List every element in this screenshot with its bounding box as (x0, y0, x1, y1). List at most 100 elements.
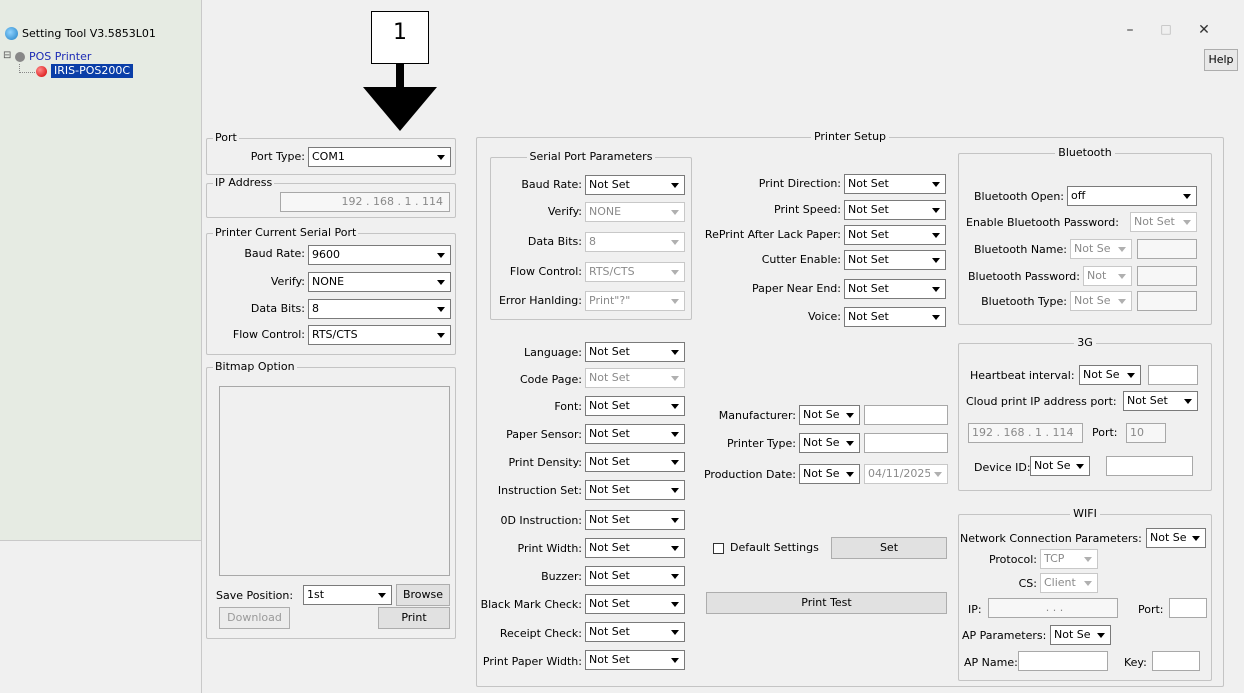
tree-item-iris-pos200c[interactable]: IRIS-POS200C (51, 64, 134, 78)
set-button[interactable]: Set (831, 537, 947, 559)
protocol-select[interactable]: TCP (1040, 549, 1098, 569)
serial-data-bits-select[interactable]: 8 (585, 232, 685, 252)
cutter-enable-label: Cutter Enable: (761, 253, 841, 266)
3g-group-title: 3G (959, 336, 1211, 350)
production-date-select[interactable]: Not Se (799, 464, 860, 484)
printer-status-icon-gray (15, 52, 25, 62)
close-button[interactable]: ✕ (1194, 22, 1214, 38)
printer-type-field[interactable] (864, 433, 948, 453)
chevron-down-icon (667, 177, 683, 193)
manufacturer-field[interactable] (864, 405, 948, 425)
help-button[interactable]: Help (1204, 49, 1238, 71)
voice-select[interactable]: Not Set (844, 307, 946, 327)
cloud-print-port-select[interactable]: Not Set (1123, 391, 1198, 411)
print-density-select[interactable]: Not Set (585, 452, 685, 472)
od-instruction-label: 0D Instruction: (500, 514, 582, 527)
ap-name-field[interactable] (1018, 651, 1108, 671)
enable-bluetooth-password-label: Enable Bluetooth Password: (966, 216, 1119, 229)
chevron-down-icon (667, 234, 683, 250)
device-id-label: Device ID: (974, 461, 1031, 474)
serial-verify-select[interactable]: NONE (585, 202, 685, 222)
cs-select[interactable]: Client (1040, 573, 1098, 593)
production-date-picker[interactable]: 04/11/2025 (864, 464, 948, 484)
tree-panel-lower (0, 540, 201, 693)
chevron-down-icon (433, 149, 449, 165)
serial-baud-rate-select[interactable]: Not Set (585, 175, 685, 195)
heartbeat-interval-label: Heartbeat interval: (970, 369, 1075, 382)
print-direction-select[interactable]: Not Set (844, 174, 946, 194)
printer-type-select[interactable]: Not Se (799, 433, 860, 453)
reprint-after-lack-paper-label: RePrint After Lack Paper: (704, 228, 841, 241)
save-position-select[interactable]: 1st (303, 585, 392, 605)
bluetooth-name-select[interactable]: Not Se (1070, 239, 1132, 259)
tree-item-pos-printer[interactable]: POS Printer (29, 49, 91, 64)
port-type-select[interactable]: COM1 (308, 147, 451, 167)
serial-error-handling-select[interactable]: Print"?" (585, 291, 685, 311)
chevron-down-icon (1080, 575, 1096, 591)
bluetooth-type-select[interactable]: Not Se (1070, 291, 1132, 311)
maximize-button[interactable]: □ (1156, 22, 1176, 36)
key-field[interactable] (1152, 651, 1200, 671)
bluetooth-open-select[interactable]: off (1067, 186, 1197, 206)
black-mark-check-label: Black Mark Check: (480, 598, 582, 611)
paper-near-end-select[interactable]: Not Set (844, 279, 946, 299)
heartbeat-interval-field[interactable] (1148, 365, 1198, 385)
print-width-select[interactable]: Not Set (585, 538, 685, 558)
manufacturer-select[interactable]: Not Se (799, 405, 860, 425)
network-connection-select[interactable]: Not Se (1146, 528, 1206, 548)
receipt-check-label: Receipt Check: (499, 627, 582, 640)
font-select[interactable]: Not Set (585, 396, 685, 416)
cloud-ip-field[interactable]: 192 . 168 . 1 . 114 (968, 423, 1083, 443)
chevron-down-icon (667, 454, 683, 470)
black-mark-check-select[interactable]: Not Set (585, 594, 685, 614)
protocol-label: Protocol: (988, 553, 1037, 566)
chevron-down-icon (667, 652, 683, 668)
window-title: Setting Tool V3.5853L01 (22, 27, 156, 40)
bluetooth-open-label: Bluetooth Open: (974, 190, 1064, 203)
save-position-label: Save Position: (216, 589, 294, 602)
reprint-after-lack-paper-select[interactable]: Not Set (844, 225, 946, 245)
paper-sensor-select[interactable]: Not Set (585, 424, 685, 444)
print-button[interactable]: Print (378, 607, 450, 629)
code-page-select[interactable]: Not Set (585, 368, 685, 388)
language-select[interactable]: Not Set (585, 342, 685, 362)
wifi-port-field[interactable] (1169, 598, 1207, 618)
print-paper-width-select[interactable]: Not Set (585, 650, 685, 670)
device-id-select[interactable]: Not Se (1030, 456, 1090, 476)
download-button[interactable]: Download (219, 607, 290, 629)
code-page-label: Code Page: (520, 373, 582, 386)
current-baud-rate-select[interactable]: 9600 (308, 245, 451, 265)
wifi-ip-field[interactable]: . . . (988, 598, 1118, 618)
current-data-bits-select[interactable]: 8 (308, 299, 451, 319)
heartbeat-interval-select[interactable]: Not Se (1079, 365, 1141, 385)
print-test-button[interactable]: Print Test (706, 592, 947, 614)
network-connection-label: Network Connection Parameters: (960, 532, 1142, 545)
instruction-set-select[interactable]: Not Set (585, 480, 685, 500)
bluetooth-password-field[interactable] (1137, 266, 1197, 286)
cutter-enable-select[interactable]: Not Set (844, 250, 946, 270)
buzzer-select[interactable]: Not Set (585, 566, 685, 586)
chevron-down-icon (667, 482, 683, 498)
bluetooth-password-select[interactable]: Not (1083, 266, 1132, 286)
minimize-button[interactable]: – (1120, 22, 1140, 38)
receipt-check-select[interactable]: Not Set (585, 622, 685, 642)
device-id-field[interactable] (1106, 456, 1193, 476)
od-instruction-select[interactable]: Not Set (585, 510, 685, 530)
current-flow-control-select[interactable]: RTS/CTS (308, 325, 451, 345)
print-width-label: Print Width: (517, 542, 582, 555)
chevron-down-icon (667, 204, 683, 220)
print-speed-select[interactable]: Not Set (844, 200, 946, 220)
3g-port-field[interactable]: 10 (1126, 423, 1166, 443)
chevron-down-icon (433, 247, 449, 263)
enable-bluetooth-password-select[interactable]: Not Set (1130, 212, 1197, 232)
serial-flow-control-select[interactable]: RTS/CTS (585, 262, 685, 282)
default-settings-checkbox[interactable] (713, 543, 724, 554)
bluetooth-type-field[interactable] (1137, 291, 1197, 311)
ap-parameters-select[interactable]: Not Se (1050, 625, 1111, 645)
serial-verify-label: Verify: (547, 205, 582, 218)
ip-address-field[interactable]: 192 . 168 . 1 . 114 (280, 192, 450, 212)
bluetooth-name-field[interactable] (1137, 239, 1197, 259)
tree-expander-icon[interactable]: ⊟ (3, 50, 11, 62)
browse-button[interactable]: Browse (396, 584, 450, 606)
current-verify-select[interactable]: NONE (308, 272, 451, 292)
